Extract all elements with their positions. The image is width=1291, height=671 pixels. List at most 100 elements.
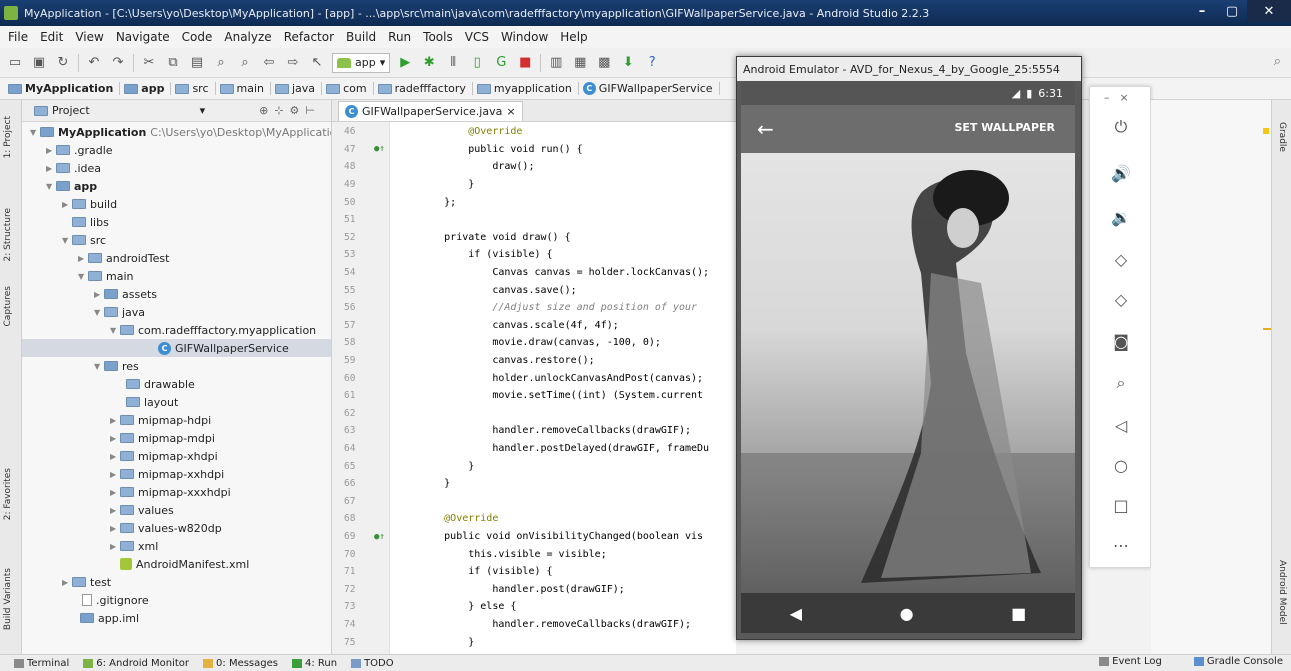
code-line[interactable]: 58 movie.draw(canvas, -100, 0);	[332, 334, 736, 352]
tree-item[interactable]: app.iml	[22, 609, 139, 627]
expand-arrow-icon[interactable]: ▶	[94, 290, 104, 299]
breadcrumb-com[interactable]: com	[326, 82, 374, 95]
tool-tab-structure[interactable]: 2: Structure	[3, 208, 13, 262]
tree-item[interactable]: ▼ res	[22, 357, 139, 375]
tree-item[interactable]: ▼ com.radefffactory.myapplication	[22, 321, 316, 339]
tree-item[interactable]: ▼ MyApplication C:\Users\yo\Desktop\MyAppl…	[22, 123, 331, 141]
chevron-down-icon[interactable]: ▾	[200, 104, 206, 117]
menu-run[interactable]: Run	[382, 30, 417, 44]
menu-build[interactable]: Build	[340, 30, 382, 44]
undo-icon[interactable]: ↶	[85, 54, 103, 72]
tool-android-monitor[interactable]: 6: Android Monitor	[83, 658, 189, 669]
expand-arrow-icon[interactable]: ▶	[78, 254, 88, 263]
project-structure-icon[interactable]: ▩	[595, 54, 613, 72]
code-line[interactable]: 56 //Adjust size and position of your	[332, 299, 736, 317]
phone-screen[interactable]: ◢ ▮ 6:31 ← SET WALLPAPER ◀ ● ■	[741, 81, 1075, 633]
breadcrumb-main[interactable]: main	[219, 82, 271, 95]
code-line[interactable]: 72 handler.post(drawGIF);	[332, 581, 736, 599]
tool-terminal[interactable]: Terminal	[14, 658, 69, 669]
run-configuration-select[interactable]: app ▾	[332, 52, 391, 73]
tool-tab-captures[interactable]: Captures	[3, 286, 13, 326]
code-line[interactable]: 67	[332, 493, 736, 511]
code-line[interactable]: 71 if (visible) {	[332, 563, 736, 581]
expand-arrow-icon[interactable]: ▶	[110, 434, 120, 443]
tree-item[interactable]: ▶ androidTest	[22, 249, 169, 267]
tree-item[interactable]: ▶ mipmap-xxhdpi	[22, 465, 224, 483]
tool-gradle-console[interactable]: Gradle Console	[1193, 656, 1283, 667]
tool-tab-android-model[interactable]: Android Model	[1277, 560, 1287, 625]
tree-item[interactable]: ▶ xml	[22, 537, 158, 555]
tree-item[interactable]: ▶ mipmap-xxxhdpi	[22, 483, 231, 501]
menu-window[interactable]: Window	[495, 30, 554, 44]
expand-arrow-icon[interactable]: ▶	[62, 578, 72, 587]
expand-arrow-icon[interactable]: ▶	[110, 488, 120, 497]
tree-item[interactable]: ▶ build	[22, 195, 117, 213]
code-line[interactable]: 62	[332, 405, 736, 423]
override-marker-icon[interactable]: ●↑	[374, 144, 385, 154]
menu-navigate[interactable]: Navigate	[110, 30, 176, 44]
breadcrumb-myapplication-package[interactable]: myapplication	[476, 82, 579, 95]
code-line[interactable]: 51	[332, 211, 736, 229]
forward-icon[interactable]: ⇨	[284, 54, 302, 72]
find-icon[interactable]: ⌕	[212, 54, 230, 72]
tool-messages[interactable]: 0: Messages	[203, 658, 278, 669]
project-view-select[interactable]: Project	[52, 104, 90, 117]
maximize-button[interactable]: ▢	[1217, 0, 1247, 22]
code-line[interactable]: 55 canvas.save();	[332, 281, 736, 299]
replace-icon[interactable]: ⌕	[236, 54, 254, 72]
breadcrumb-java[interactable]: java	[275, 82, 323, 95]
tree-item[interactable]: libs	[22, 213, 109, 231]
expand-arrow-icon[interactable]: ▼	[94, 308, 104, 317]
power-icon[interactable]: ⏻	[1090, 115, 1152, 139]
more-icon[interactable]: ⋯	[1090, 533, 1152, 557]
attach-debugger-icon[interactable]: ▯	[468, 54, 486, 72]
code-line[interactable]: 68 @Override	[332, 510, 736, 528]
run-icon[interactable]: ▶	[396, 54, 414, 72]
tree-item[interactable]: drawable	[22, 375, 195, 393]
menu-analyze[interactable]: Analyze	[218, 30, 277, 44]
expand-arrow-icon[interactable]: ▶	[110, 470, 120, 479]
code-line[interactable]: 64 handler.postDelayed(drawGIF, frameDu	[332, 440, 736, 458]
volume-up-icon[interactable]: 🔊	[1090, 161, 1152, 185]
code-line[interactable]: 66 }	[332, 475, 736, 493]
code-line[interactable]: 69 ●↑ public void onVisibilityChanged(boo…	[332, 528, 736, 546]
code-line[interactable]: 53 if (visible) {	[332, 246, 736, 264]
help-icon[interactable]: ?	[643, 54, 661, 72]
breadcrumb-app[interactable]: app	[124, 82, 172, 95]
menu-code[interactable]: Code	[176, 30, 219, 44]
nav-back-icon[interactable]: ◀	[790, 604, 802, 623]
tree-item[interactable]: ▶ test	[22, 573, 111, 591]
tool-event-log[interactable]: Event Log	[1099, 656, 1162, 667]
menu-edit[interactable]: Edit	[34, 30, 69, 44]
zoom-icon[interactable]: ⌕	[1090, 371, 1152, 395]
save-icon[interactable]: ▣	[30, 54, 48, 72]
search-everywhere-icon[interactable]: ⌕	[1274, 54, 1281, 69]
cut-icon[interactable]: ✂	[140, 54, 158, 72]
set-wallpaper-button[interactable]: SET WALLPAPER	[954, 121, 1055, 134]
overview-icon[interactable]: □	[1090, 493, 1152, 517]
android-device-monitor-icon[interactable]: ⬇	[619, 54, 637, 72]
tree-item[interactable]: ▶ .gradle	[22, 141, 113, 159]
tree-item[interactable]: ▶ mipmap-xhdpi	[22, 447, 218, 465]
tree-item[interactable]: ▼ main	[22, 267, 133, 285]
expand-arrow-icon[interactable]: ▶	[110, 524, 120, 533]
tree-item[interactable]: ▼ src	[22, 231, 106, 249]
breadcrumb-myapplication[interactable]: MyApplication	[8, 82, 121, 95]
nav-home-icon[interactable]: ●	[900, 604, 914, 623]
redo-icon[interactable]: ↷	[109, 54, 127, 72]
expand-arrow-icon[interactable]: ▼	[30, 128, 40, 137]
code-line[interactable]: 74 handler.removeCallbacks(drawGIF);	[332, 616, 736, 634]
tree-item[interactable]: .gitignore	[22, 591, 149, 609]
expand-arrow-icon[interactable]: ▶	[110, 416, 120, 425]
expand-arrow-icon[interactable]: ▶	[46, 164, 56, 173]
code-line[interactable]: 63 handler.removeCallbacks(drawGIF);	[332, 422, 736, 440]
override-marker-icon[interactable]: ●↑	[374, 532, 385, 542]
rotate-right-icon[interactable]: ◇	[1090, 287, 1152, 311]
make-project-icon[interactable]: ↖	[308, 54, 326, 72]
tree-item-selected[interactable]: C GIFWallpaperService	[22, 339, 331, 357]
menu-tools[interactable]: Tools	[417, 30, 459, 44]
tool-tab-project[interactable]: 1: Project	[3, 116, 13, 158]
expand-arrow-icon[interactable]: ▶	[110, 452, 120, 461]
code-line[interactable]: 75 }	[332, 633, 736, 651]
stop-icon[interactable]: ■	[516, 54, 534, 72]
